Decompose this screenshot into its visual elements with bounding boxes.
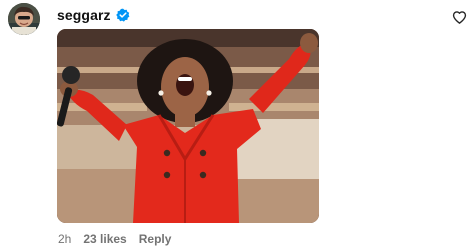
avatar-image [8,3,40,35]
comment-timestamp[interactable]: 2h [58,232,71,246]
username[interactable]: seggarz [57,7,111,23]
comment-likes-count[interactable]: 23 likes [83,232,126,246]
avatar[interactable] [8,3,40,35]
comment-media-image[interactable] [57,29,319,223]
username-row: seggarz [57,5,130,25]
reply-button[interactable]: Reply [139,232,172,246]
comment-footer: 2h 23 likes Reply [58,231,171,247]
comment-item: seggarz 2h 23 likes Reply [0,0,474,248]
heart-outline-icon[interactable] [452,10,467,25]
verified-badge-icon [115,8,130,22]
